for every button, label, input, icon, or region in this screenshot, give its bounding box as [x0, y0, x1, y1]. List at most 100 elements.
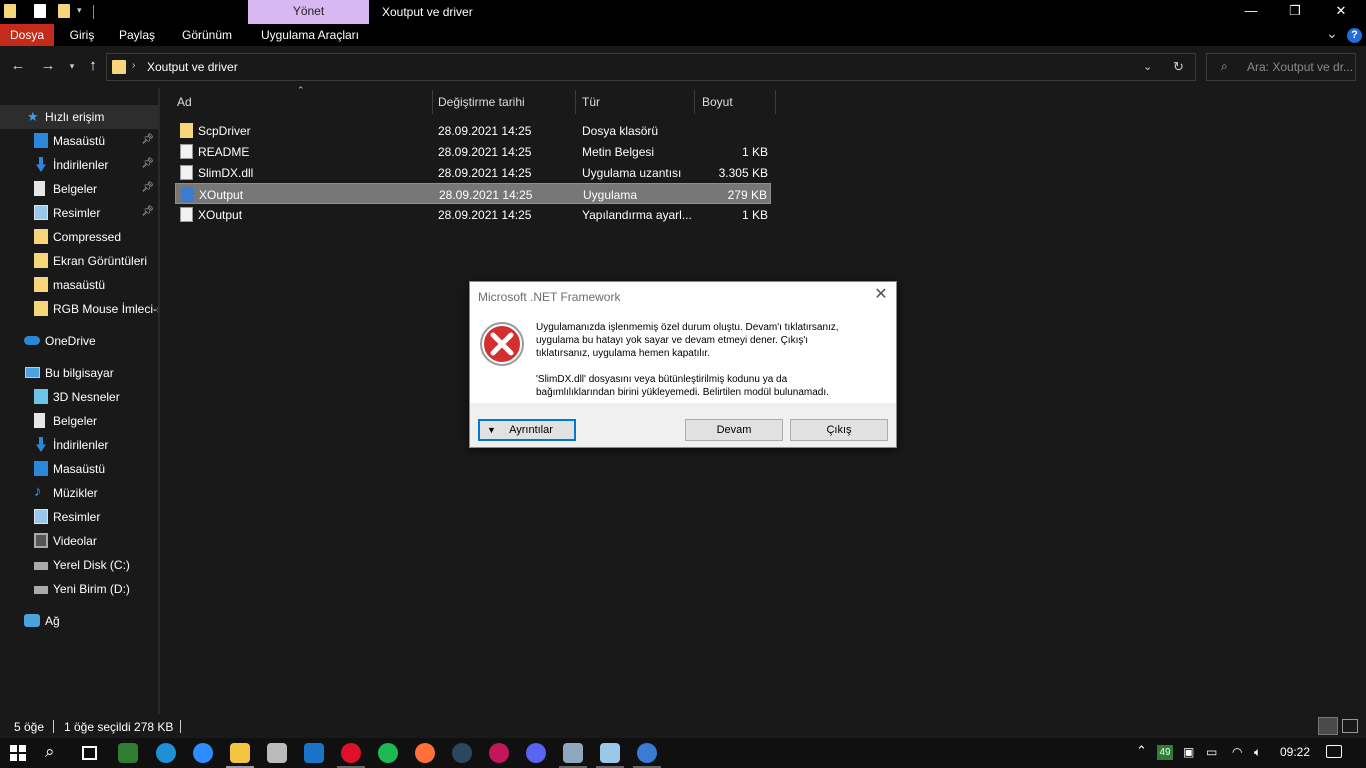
sidebar-item-quick[interactable]: Compressed [0, 225, 158, 249]
sidebar-item-label: 3D Nesneler [53, 390, 120, 404]
sidebar-item-this-pc[interactable]: Bu bilgisayar [0, 361, 158, 385]
column-header-size[interactable]: Boyut [702, 88, 772, 116]
sidebar-item-pc[interactable]: Masaüstü [0, 457, 158, 481]
sidebar-item-pc[interactable]: Belgeler [0, 409, 158, 433]
details-button[interactable]: ▼ Ayrıntılar [478, 419, 576, 441]
notification-badge[interactable]: 49 [1157, 745, 1173, 760]
tab-view[interactable]: Görünüm [176, 24, 238, 46]
breadcrumb-separator-icon[interactable]: › [132, 60, 135, 71]
battery-icon[interactable]: ▭ [1206, 745, 1217, 759]
download-icon [36, 437, 46, 452]
photos-icon[interactable] [563, 743, 583, 763]
properties-icon[interactable] [34, 4, 46, 18]
sidebar-item-label: İndirilenler [53, 438, 109, 452]
quick-access-dropdown-icon[interactable]: ▾ [77, 5, 82, 16]
column-divider[interactable] [694, 90, 695, 114]
sidebar-item-quick[interactable]: Ekran Görüntüleri [0, 249, 158, 273]
manage-tab[interactable]: Yönet [248, 0, 369, 24]
file-row[interactable]: ScpDriver 28.09.2021 14:25 Dosya klasörü [175, 120, 771, 141]
help-icon[interactable]: ? [1347, 28, 1362, 43]
mail-icon[interactable] [304, 743, 324, 763]
tab-share[interactable]: Paylaş [114, 24, 160, 46]
sidebar-item-network[interactable]: Ağ [0, 609, 158, 633]
nvidia-icon[interactable] [118, 743, 138, 763]
tab-home[interactable]: Giriş [60, 24, 104, 46]
task-view-icon[interactable] [82, 746, 97, 760]
sidebar-item-quick[interactable]: Belgeler 📌︎ [0, 177, 158, 201]
recent-locations-chevron-icon[interactable]: ▾ [62, 56, 82, 76]
notepad-icon[interactable] [600, 743, 620, 763]
large-icons-view-icon[interactable] [1342, 719, 1358, 733]
opera-icon[interactable] [341, 743, 361, 763]
address-dropdown-icon[interactable]: ⌄ [1143, 60, 1152, 73]
column-divider[interactable] [775, 90, 776, 114]
address-bar[interactable]: › Xoutput ve driver ⌄ ↻ [106, 53, 1196, 81]
column-divider[interactable] [575, 90, 576, 114]
file-row[interactable]: XOutput 28.09.2021 14:25 Yapılandırma ayar… [175, 204, 771, 225]
sidebar-item-pc[interactable]: Videolar [0, 529, 158, 553]
xoutput-icon[interactable] [637, 743, 657, 763]
notifications-icon[interactable] [1326, 745, 1342, 758]
breadcrumb[interactable]: Xoutput ve driver [147, 60, 238, 74]
sidebar-item-pc[interactable]: 3D Nesneler [0, 385, 158, 409]
dialog-close-icon[interactable]: ✕ [872, 286, 890, 304]
file-row[interactable]: XOutput 28.09.2021 14:25 Uygulama 279 KB [175, 183, 771, 204]
back-arrow-icon[interactable]: ← [8, 56, 28, 76]
file-row[interactable]: README 28.09.2021 14:25 Metin Belgesi 1 KB [175, 141, 771, 162]
chevron-down-icon: ▼ [487, 425, 496, 435]
discord-icon[interactable] [526, 743, 546, 763]
file-type: Uygulama [583, 188, 638, 202]
maximize-button[interactable]: ❐ [1272, 0, 1318, 24]
clock[interactable]: 09:22 [1280, 745, 1310, 759]
file-explorer-icon[interactable] [230, 743, 250, 763]
collapse-ribbon-icon[interactable]: ⌄ [1326, 25, 1338, 42]
folder-icon [4, 4, 16, 18]
refresh-icon[interactable]: ↻ [1173, 59, 1184, 75]
sidebar-item-pc[interactable]: İndirilenler [0, 433, 158, 457]
pictures-icon [34, 205, 48, 220]
sidebar-item-quick[interactable]: masaüstü [0, 273, 158, 297]
details-view-icon[interactable] [1318, 717, 1338, 735]
store-icon[interactable] [267, 743, 287, 763]
windows-start-icon[interactable] [10, 745, 26, 761]
close-button[interactable]: ✕ [1318, 0, 1364, 24]
firefox-icon[interactable] [415, 743, 435, 763]
quit-button[interactable]: Çıkış [790, 419, 888, 441]
navigation-pane[interactable]: ★ Hızlı erişim OneDrive Bu bilgisayar Ağ… [0, 88, 158, 714]
up-arrow-icon[interactable]: ↑ [83, 56, 103, 76]
zoom-icon[interactable] [193, 743, 213, 763]
edge-icon[interactable] [156, 743, 176, 763]
computer-icon [25, 367, 40, 378]
sidebar-item-pc[interactable]: Resimler [0, 505, 158, 529]
tab-file[interactable]: Dosya [0, 24, 54, 46]
sidebar-item-quick[interactable]: Masaüstü 📌︎ [0, 129, 158, 153]
column-divider[interactable] [432, 90, 433, 114]
tab-app-tools[interactable]: Uygulama Araçları [252, 24, 368, 46]
sidebar-item-pc[interactable]: Yeni Birim (D:) [0, 577, 158, 601]
sidebar-item-onedrive[interactable]: OneDrive [0, 329, 158, 353]
sidebar-item-pc[interactable]: ♪ Müzikler [0, 481, 158, 505]
meet-now-icon[interactable]: ▣ [1183, 745, 1194, 759]
forward-arrow-icon[interactable]: → [38, 56, 58, 76]
sidebar-item-quick-access[interactable]: ★ Hızlı erişim [0, 105, 158, 129]
column-header-type[interactable]: Tür [582, 88, 692, 116]
search-input[interactable]: Ara: Xoutput ve dr... [1247, 60, 1353, 74]
column-header-date[interactable]: Değiştirme tarihi [438, 88, 568, 116]
file-row[interactable]: SlimDX.dll 28.09.2021 14:25 Uygulama uzant… [175, 162, 771, 183]
sidebar-item-quick[interactable]: Resimler 📌︎ [0, 201, 158, 225]
wifi-icon[interactable]: ◠ [1232, 745, 1242, 759]
search-icon[interactable]: ⌕ [45, 742, 55, 762]
sidebar-item-pc[interactable]: Yerel Disk (C:) [0, 553, 158, 577]
spotify-icon[interactable] [378, 743, 398, 763]
sidebar-item-quick[interactable]: İndirilenler 📌︎ [0, 153, 158, 177]
volume-icon[interactable]: 🔈︎ [1254, 745, 1261, 760]
continue-button[interactable]: Devam [685, 419, 783, 441]
minimize-button[interactable]: — [1228, 0, 1274, 24]
search-box[interactable]: ⌕ Ara: Xoutput ve dr... [1206, 53, 1356, 81]
show-hidden-icons-chevron-icon[interactable]: ⌃ [1136, 743, 1147, 759]
steam-icon[interactable] [452, 743, 472, 763]
column-header-name[interactable]: Ad [177, 88, 427, 116]
sidebar-item-quick[interactable]: RGB Mouse İmleci-s [0, 297, 158, 321]
media-player-icon[interactable] [489, 743, 509, 763]
new-folder-icon[interactable] [58, 4, 70, 18]
